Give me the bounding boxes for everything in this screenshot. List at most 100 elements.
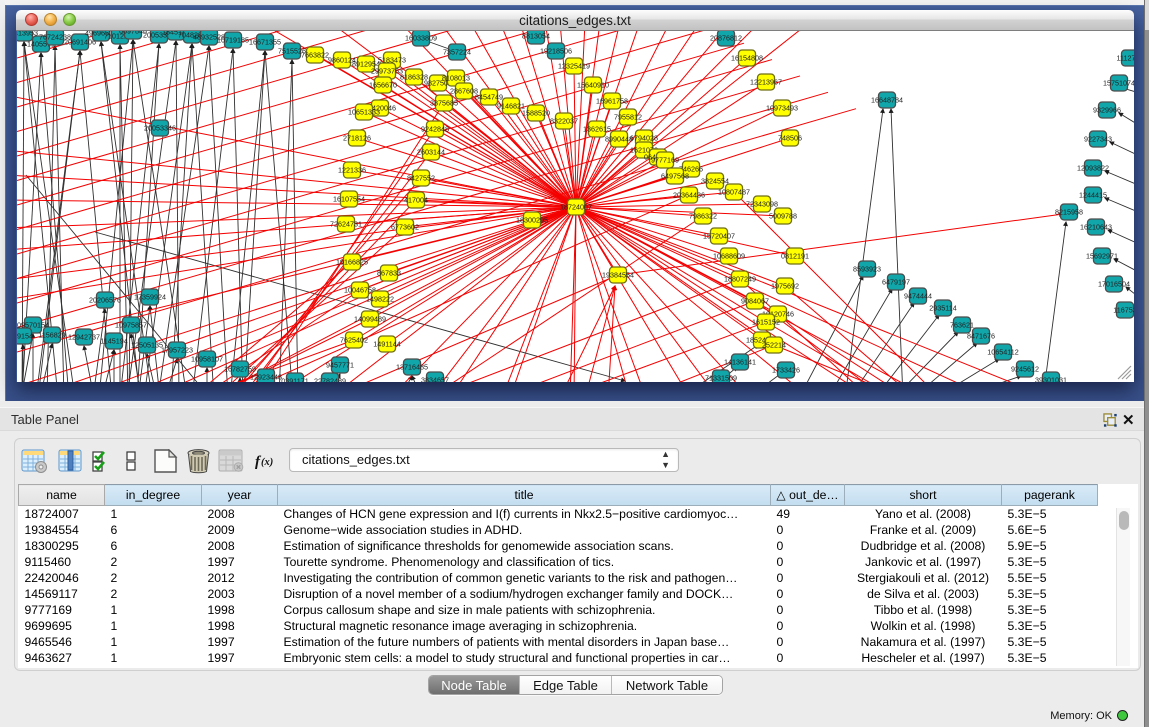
svg-text:16961758: 16961758 — [596, 97, 628, 106]
svg-text:7357224: 7357224 — [443, 48, 471, 57]
svg-text:3824554: 3824554 — [701, 177, 729, 186]
svg-text:12942737: 12942737 — [68, 333, 100, 342]
svg-text:10719185: 10719185 — [217, 36, 249, 45]
svg-text:1491144: 1491144 — [373, 340, 400, 349]
svg-text:14099489: 14099489 — [354, 315, 386, 324]
svg-text:9245612: 9245612 — [1011, 365, 1039, 374]
svg-text:39301031: 39301031 — [1035, 376, 1067, 383]
svg-text:8990448: 8990448 — [605, 135, 633, 144]
svg-text:15751074: 15751074 — [1103, 79, 1134, 88]
svg-text:252214: 252214 — [762, 341, 786, 350]
svg-text:3875685: 3875685 — [430, 99, 458, 108]
svg-text:8593923: 8593923 — [853, 265, 881, 274]
svg-text:12093822: 12093822 — [1077, 164, 1109, 173]
svg-text:8322037: 8322037 — [550, 117, 578, 126]
svg-text:16671355: 16671355 — [249, 38, 281, 47]
svg-text:29973763: 29973763 — [371, 67, 403, 76]
svg-text:8427552: 8427552 — [407, 174, 435, 183]
svg-text:15692971: 15692971 — [1086, 252, 1118, 261]
svg-text:1112748: 1112748 — [1117, 54, 1134, 63]
svg-text:9227343: 9227343 — [1084, 135, 1112, 144]
svg-text:17957223: 17957223 — [161, 346, 193, 355]
svg-text:748506: 748506 — [778, 134, 802, 143]
svg-text:17016504: 17016504 — [1098, 280, 1130, 289]
svg-text:10975857: 10975857 — [115, 321, 147, 330]
svg-text:6479197: 6479197 — [882, 278, 910, 287]
svg-text:12505135: 12505135 — [131, 341, 163, 350]
svg-text:3834657: 3834657 — [421, 376, 449, 383]
svg-text:1221336: 1221336 — [338, 166, 366, 175]
svg-text:9084067: 9084067 — [741, 297, 769, 306]
svg-text:0812191: 0812191 — [781, 252, 809, 261]
svg-text:1244415: 1244415 — [1079, 191, 1107, 200]
svg-text:20206576: 20206576 — [89, 296, 121, 305]
svg-text:1975692: 1975692 — [771, 282, 799, 291]
svg-text:18807249: 18807249 — [724, 275, 756, 284]
svg-text:763621: 763621 — [950, 321, 974, 330]
svg-text:13716485: 13716485 — [396, 363, 428, 372]
svg-text:10807487: 10807487 — [718, 188, 750, 197]
svg-text:17359924: 17359924 — [134, 293, 166, 302]
svg-text:1145194: 1145194 — [100, 337, 127, 346]
svg-text:8215958: 8215958 — [1055, 208, 1083, 217]
svg-text:2603144: 2603144 — [417, 148, 445, 157]
svg-text:10688609: 10688609 — [713, 252, 745, 261]
svg-text:16154808: 16154808 — [731, 54, 763, 63]
svg-text:7955812: 7955812 — [614, 113, 642, 122]
svg-text:8471676: 8471676 — [967, 332, 995, 341]
svg-text:8108013: 8108013 — [442, 74, 470, 83]
svg-text:417004: 417004 — [404, 196, 428, 205]
svg-text:19166825: 19166825 — [336, 258, 368, 267]
svg-text:19384554: 19384554 — [602, 271, 634, 280]
svg-text:16210643: 16210643 — [1080, 223, 1112, 232]
svg-text:7986322: 7986322 — [689, 212, 717, 221]
svg-text:1498222: 1498222 — [366, 295, 394, 304]
svg-text:72624731: 72624731 — [330, 220, 362, 229]
svg-text:1588520: 1588520 — [522, 109, 550, 118]
svg-text:8813054: 8813054 — [522, 32, 550, 41]
svg-text:12923448: 12923448 — [250, 373, 282, 382]
svg-text:18724007: 18724007 — [560, 203, 592, 212]
svg-text:6497568: 6497568 — [661, 172, 689, 181]
svg-text:7663822: 7663822 — [301, 51, 329, 60]
svg-text:9146821: 9146821 — [497, 102, 525, 111]
svg-text:1733426: 1733426 — [772, 366, 800, 375]
svg-text:22782489: 22782489 — [314, 377, 346, 383]
svg-text:10958107: 10958107 — [191, 355, 223, 364]
svg-text:12325419: 12325419 — [558, 62, 590, 71]
svg-text:5009788: 5009788 — [769, 212, 797, 221]
svg-text:16107554: 16107554 — [333, 195, 365, 204]
svg-text:19218506: 19218506 — [540, 47, 572, 56]
svg-text:(x): (x) — [261, 457, 273, 468]
svg-text:18300295: 18300295 — [516, 216, 548, 225]
svg-text:8454749: 8454749 — [475, 93, 503, 102]
svg-text:6794028: 6794028 — [630, 134, 658, 143]
svg-text:9777169: 9777169 — [651, 156, 679, 165]
svg-text:16033809: 16033809 — [405, 34, 437, 43]
svg-text:39154: 39154 — [17, 332, 33, 341]
svg-text:20691406: 20691406 — [64, 38, 96, 47]
svg-text:12213967: 12213967 — [750, 78, 782, 87]
svg-text:10654112: 10654112 — [987, 348, 1018, 357]
svg-text:20876812: 20876812 — [710, 34, 742, 43]
svg-text:1362615: 1362615 — [583, 125, 611, 134]
svg-text:1615152: 1615152 — [752, 318, 780, 327]
svg-text:10651333: 10651333 — [348, 108, 380, 117]
svg-text:867833: 867833 — [377, 269, 401, 278]
svg-text:15640910: 15640910 — [577, 81, 609, 90]
svg-text:6773602: 6773602 — [391, 223, 419, 232]
svg-text:2718126: 2718126 — [343, 134, 371, 143]
svg-text:9457771: 9457771 — [326, 361, 354, 370]
svg-text:15720407: 15720407 — [703, 232, 735, 241]
svg-text:7625402: 7625402 — [340, 336, 368, 345]
svg-text:0391171: 0391171 — [281, 377, 308, 383]
svg-text:116753: 116753 — [1113, 306, 1134, 315]
svg-text:9329966: 9329966 — [1093, 106, 1121, 115]
svg-text:9242848: 9242848 — [421, 125, 449, 134]
svg-text:10973493: 10973493 — [766, 104, 798, 113]
svg-text:16648784: 16648784 — [871, 96, 903, 105]
svg-text:14136141: 14136141 — [724, 358, 756, 367]
svg-text:71331509: 71331509 — [705, 374, 737, 383]
svg-text:2867608: 2867608 — [450, 87, 478, 96]
svg-text:9474444: 9474444 — [904, 292, 932, 301]
